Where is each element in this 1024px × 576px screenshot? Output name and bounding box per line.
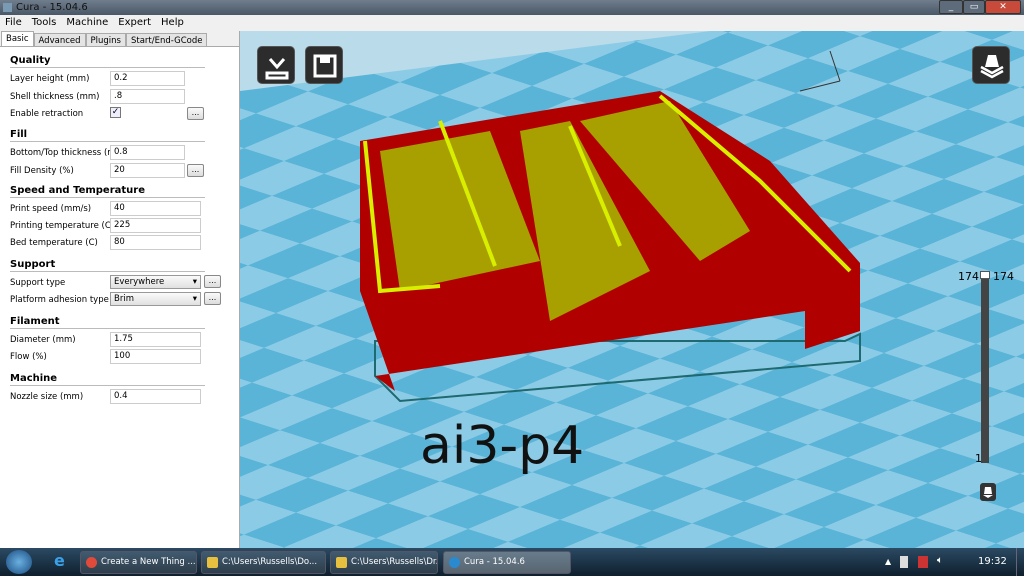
load-model-button[interactable] [257,46,295,84]
section-fill: Fill [10,129,205,142]
nozzle-size-label: Nozzle size (mm) [10,392,84,402]
tab-plugins[interactable]: Plugins [85,33,126,46]
show-desktop-button[interactable] [1016,548,1024,576]
menu-help[interactable]: Help [161,15,184,31]
section-support: Support [10,259,205,272]
layer-bottom-label: 1 [975,452,982,465]
build-plate [240,31,1024,548]
support-type-select[interactable]: Everywhere [110,275,201,289]
layer-slider-handle[interactable] [980,271,990,279]
taskbar-item-chrome[interactable]: Create a New Thing ... [80,551,197,574]
taskbar-label: C:\Users\Russells\Dr... [351,557,438,567]
fill-density-label: Fill Density (%) [10,166,74,176]
show-hidden-icons[interactable]: ▲ [885,557,891,566]
clock[interactable]: 19:32 [978,556,1007,567]
adhesion-more-button[interactable]: ... [204,292,221,305]
view-mode-button[interactable] [972,46,1010,84]
maximize-button[interactable]: ▭ [963,0,985,14]
nozzle-size-input[interactable]: 0.4 [110,389,201,404]
bottom-top-thickness-input[interactable]: 0.8 [110,145,185,160]
retraction-checkbox[interactable]: ✓ [110,107,121,118]
support-type-label: Support type [10,278,66,288]
device-icon[interactable] [900,556,908,568]
layers-icon [983,487,993,498]
tab-basic[interactable]: Basic [1,31,34,47]
bed-temperature-label: Bed temperature (C) [10,238,98,248]
section-quality: Quality [10,55,205,68]
menu-expert[interactable]: Expert [118,15,151,31]
flow-label: Flow (%) [10,352,47,362]
print-speed-input[interactable]: 40 [110,201,201,216]
taskbar-label: Create a New Thing ... [101,557,196,567]
layer-top-left-label: 174 [958,270,979,283]
taskbar-label: Cura - 15.04.6 [464,557,525,567]
model-name-label: ai3-p4 [420,416,585,476]
internet-explorer-icon[interactable]: e [54,553,65,569]
taskbar: e Create a New Thing ... C:\Users\Russel… [0,548,1024,576]
section-filament: Filament [10,316,205,329]
folder-icon [336,557,347,568]
fill-more-button[interactable]: ... [187,164,204,177]
cura-icon [449,557,460,568]
close-button[interactable]: ✕ [985,0,1021,14]
tab-advanced[interactable]: Advanced [33,33,86,46]
section-machine: Machine [10,373,205,386]
printing-temperature-input[interactable]: 225 [110,218,201,233]
taskbar-item-explorer-2[interactable]: C:\Users\Russells\Dr... [330,551,438,574]
diameter-label: Diameter (mm) [10,335,76,345]
settings-panel: Basic Advanced Plugins Start/End-GCode Q… [0,31,240,548]
menu-bar: File Tools Machine Expert Help [0,15,1024,31]
retraction-more-button[interactable]: ... [187,107,204,120]
menu-machine[interactable]: Machine [66,15,108,31]
bed-temperature-input[interactable]: 80 [110,235,201,250]
support-more-button[interactable]: ... [204,275,221,288]
volume-icon[interactable]: 🔈︎ [937,555,943,566]
layer-view-toggle[interactable] [980,483,996,501]
diameter-input[interactable]: 1.75 [110,332,201,347]
minimize-button[interactable]: _ [939,0,963,14]
save-gcode-button[interactable] [305,46,343,84]
taskbar-item-explorer-1[interactable]: C:\Users\Russells\Do... [201,551,326,574]
title-bar: Cura - 15.04.6 _ ▭ ✕ [0,0,1024,15]
shell-thickness-label: Shell thickness (mm) [10,92,100,102]
layer-slider[interactable] [980,271,990,463]
platform-adhesion-label: Platform adhesion type [10,295,109,305]
window-title: Cura - 15.04.6 [16,2,88,13]
menu-file[interactable]: File [5,15,22,31]
flow-input[interactable]: 100 [110,349,201,364]
tab-start-end-gcode[interactable]: Start/End-GCode [125,33,208,46]
layer-height-input[interactable]: 0.2 [110,71,185,86]
3d-viewport[interactable]: ai3-p4 174 174 1 [240,31,1024,548]
start-button[interactable] [6,550,32,574]
cura-app-icon [3,3,12,12]
printing-temperature-label: Printing temperature (C) [10,221,115,231]
taskbar-label: C:\Users\Russells\Do... [222,557,318,567]
save-icon [313,54,337,78]
retraction-label: Enable retraction [10,109,84,119]
shell-thickness-input[interactable]: .8 [110,89,185,104]
platform-adhesion-select[interactable]: Brim [110,292,201,306]
layer-top-right-label: 174 [993,270,1014,283]
folder-icon [207,557,218,568]
network-icon[interactable] [918,556,928,568]
load-icon [265,58,289,80]
taskbar-item-cura[interactable]: Cura - 15.04.6 [443,551,571,574]
layer-height-label: Layer height (mm) [10,74,90,84]
fill-density-input[interactable]: 20 [110,163,185,178]
chrome-icon [86,557,97,568]
layers-view-icon [980,55,1004,79]
menu-tools[interactable]: Tools [32,15,57,31]
print-speed-label: Print speed (mm/s) [10,204,92,214]
section-speed-temperature: Speed and Temperature [10,185,205,198]
